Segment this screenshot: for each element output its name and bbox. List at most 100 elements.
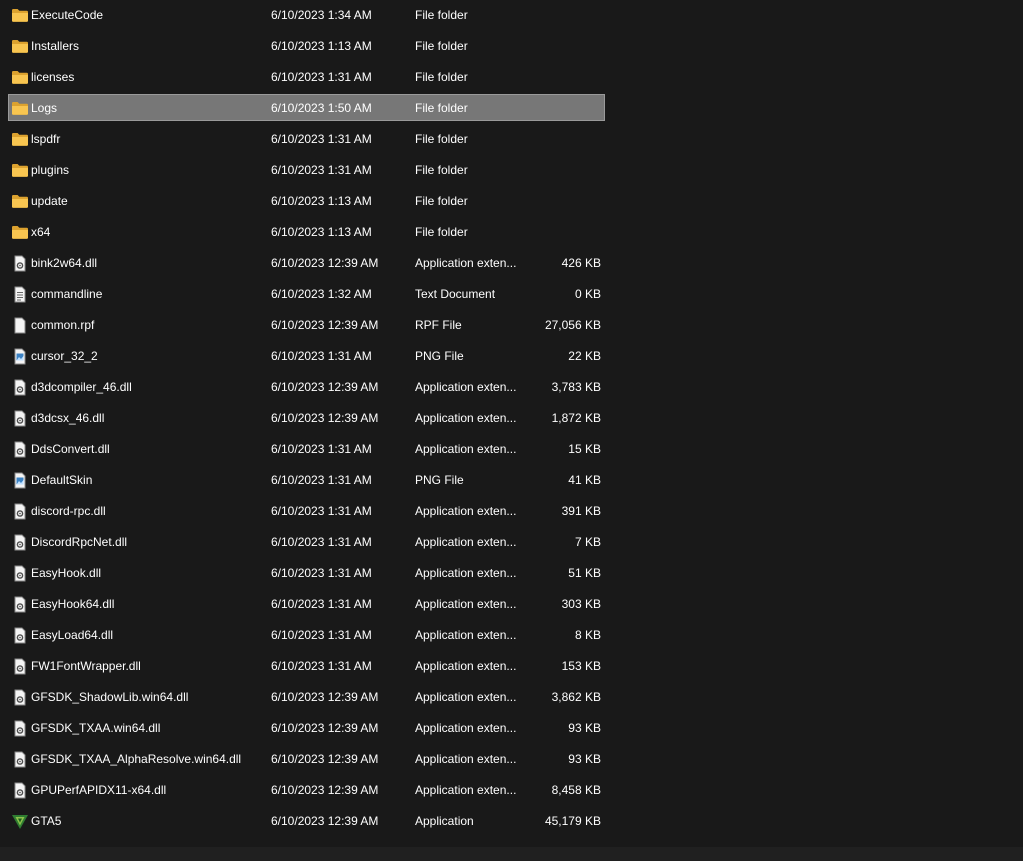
file-type: RPF File <box>415 318 462 332</box>
file-type: File folder <box>415 194 468 208</box>
file-row[interactable]: DdsConvert.dll 6/10/2023 1:31 AM Applicati… <box>8 435 605 462</box>
file-date-modified: 6/10/2023 1:34 AM <box>271 8 372 22</box>
blank-file-icon <box>11 317 29 334</box>
file-row[interactable]: EasyHook64.dll 6/10/2023 1:31 AM Applicati… <box>8 590 605 617</box>
file-row[interactable]: GPUPerfAPIDX11-x64.dll 6/10/2023 12:39 AM… <box>8 776 605 803</box>
file-size: 8,458 KB <box>551 783 601 797</box>
file-date-modified: 6/10/2023 1:31 AM <box>271 504 372 518</box>
file-name: DiscordRpcNet.dll <box>31 535 128 549</box>
file-row[interactable]: d3dcsx_46.dll 6/10/2023 12:39 AM Applicati… <box>8 404 605 431</box>
file-row[interactable]: GFSDK_TXAA_AlphaResolve.win64.dll 6/10/20… <box>8 745 605 772</box>
file-date-modified: 6/10/2023 12:39 AM <box>271 752 379 766</box>
file-type: PNG File <box>415 473 464 487</box>
file-row[interactable]: licenses 6/10/2023 1:31 AM File folder <box>8 63 605 90</box>
file-type: Application exten... <box>415 411 517 425</box>
file-size: 45,179 KB <box>544 814 601 828</box>
file-name: GPUPerfAPIDX11-x64.dll <box>31 783 167 797</box>
file-name: DdsConvert.dll <box>31 442 110 456</box>
file-row[interactable]: d3dcompiler_46.dll 6/10/2023 12:39 AM Appl… <box>8 373 605 400</box>
file-type: Application exten... <box>415 752 517 766</box>
file-size: 15 KB <box>568 442 601 456</box>
file-type: Application exten... <box>415 690 517 704</box>
file-row[interactable]: bink2w64.dll 6/10/2023 12:39 AM Applicatio… <box>8 249 605 276</box>
dll-file-icon <box>11 565 29 582</box>
file-row[interactable]: GFSDK_ShadowLib.win64.dll 6/10/2023 12:39… <box>8 683 605 710</box>
dll-file-icon <box>11 255 29 272</box>
file-date-modified: 6/10/2023 12:39 AM <box>271 380 379 394</box>
file-row[interactable]: commandline 6/10/2023 1:32 AM Text Documen… <box>8 280 605 307</box>
file-row[interactable]: FW1FontWrapper.dll 6/10/2023 1:31 AM Appli… <box>8 652 605 679</box>
file-type: File folder <box>415 163 468 177</box>
file-date-modified: 6/10/2023 1:31 AM <box>271 442 372 456</box>
file-date-modified: 6/10/2023 1:31 AM <box>271 70 372 84</box>
file-name: discord-rpc.dll <box>31 504 106 518</box>
folder-icon <box>11 162 29 179</box>
file-name: Installers <box>31 39 80 53</box>
dll-file-icon <box>11 534 29 551</box>
dll-file-icon <box>11 751 29 768</box>
file-name: ExecuteCode <box>31 8 104 22</box>
image-file-icon <box>11 472 29 489</box>
folder-icon <box>11 7 29 24</box>
file-row[interactable]: cursor_32_2 6/10/2023 1:31 AM PNG File 22 K… <box>8 342 605 369</box>
file-type: Application exten... <box>415 628 517 642</box>
file-name: Logs <box>31 101 58 115</box>
file-row[interactable]: ExecuteCode 6/10/2023 1:34 AM File folder <box>8 1 605 28</box>
file-row[interactable]: GFSDK_TXAA.win64.dll 6/10/2023 12:39 AM Ap… <box>8 714 605 741</box>
file-name: x64 <box>31 225 51 239</box>
file-type: Application <box>415 814 474 828</box>
file-size: 1,872 KB <box>551 411 601 425</box>
file-name: commandline <box>31 287 103 301</box>
file-type: File folder <box>415 70 468 84</box>
folder-icon <box>11 69 29 86</box>
file-row[interactable]: plugins 6/10/2023 1:31 AM File folder <box>8 156 605 183</box>
file-date-modified: 6/10/2023 1:13 AM <box>271 39 372 53</box>
file-date-modified: 6/10/2023 1:31 AM <box>271 566 372 580</box>
file-row[interactable]: DefaultSkin 6/10/2023 1:31 AM PNG File 41 K… <box>8 466 605 493</box>
file-row[interactable]: EasyHook.dll 6/10/2023 1:31 AM Application… <box>8 559 605 586</box>
file-name: bink2w64.dll <box>31 256 98 270</box>
file-row[interactable]: DiscordRpcNet.dll 6/10/2023 1:31 AM Applic… <box>8 528 605 555</box>
file-date-modified: 6/10/2023 1:13 AM <box>271 194 372 208</box>
dll-file-icon <box>11 441 29 458</box>
file-date-modified: 6/10/2023 1:32 AM <box>271 287 372 301</box>
file-type: Application exten... <box>415 659 517 673</box>
file-type: Application exten... <box>415 721 517 735</box>
folder-icon <box>11 193 29 210</box>
file-type: File folder <box>415 132 468 146</box>
file-date-modified: 6/10/2023 12:39 AM <box>271 783 379 797</box>
file-row[interactable]: common.rpf 6/10/2023 12:39 AM RPF File 27,0… <box>8 311 605 338</box>
file-date-modified: 6/10/2023 1:31 AM <box>271 535 372 549</box>
file-size: 426 KB <box>561 256 601 270</box>
file-type: Application exten... <box>415 597 517 611</box>
file-row[interactable]: Installers 6/10/2023 1:13 AM File folder <box>8 32 605 59</box>
bottom-strip <box>0 847 1023 861</box>
file-row[interactable]: Logs 6/10/2023 1:50 AM File folder <box>8 94 605 121</box>
file-name: GTA5 <box>31 814 62 828</box>
file-list: ExecuteCode 6/10/2023 1:34 AM File folder … <box>8 1 605 838</box>
file-size: 93 KB <box>568 721 601 735</box>
file-date-modified: 6/10/2023 12:39 AM <box>271 721 379 735</box>
file-type: Application exten... <box>415 783 517 797</box>
file-name: lspdfr <box>31 132 61 146</box>
file-size: 0 KB <box>574 287 601 301</box>
file-row[interactable]: discord-rpc.dll 6/10/2023 1:31 AM Applicat… <box>8 497 605 524</box>
file-date-modified: 6/10/2023 12:39 AM <box>271 690 379 704</box>
file-row[interactable]: EasyLoad64.dll 6/10/2023 1:31 AM Applicati… <box>8 621 605 648</box>
file-date-modified: 6/10/2023 1:31 AM <box>271 132 372 146</box>
file-row[interactable]: GTA5 6/10/2023 12:39 AM Application 45,179 … <box>8 807 605 834</box>
file-type: PNG File <box>415 349 464 363</box>
folder-icon <box>11 131 29 148</box>
file-row[interactable]: lspdfr 6/10/2023 1:31 AM File folder <box>8 125 605 152</box>
file-size: 41 KB <box>568 473 601 487</box>
file-date-modified: 6/10/2023 12:39 AM <box>271 256 379 270</box>
file-row[interactable]: x64 6/10/2023 1:13 AM File folder <box>8 218 605 245</box>
file-name: licenses <box>31 70 75 84</box>
file-size: 27,056 KB <box>544 318 601 332</box>
file-type: Application exten... <box>415 535 517 549</box>
file-row[interactable]: update 6/10/2023 1:13 AM File folder <box>8 187 605 214</box>
dll-file-icon <box>11 658 29 675</box>
folder-icon <box>11 224 29 241</box>
file-size: 3,783 KB <box>551 380 601 394</box>
file-name: plugins <box>31 163 70 177</box>
